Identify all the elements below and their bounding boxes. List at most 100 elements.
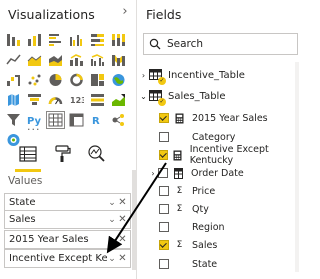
field-item[interactable]: Category [159,129,235,145]
field-label: State [192,258,218,270]
remove-field-icon[interactable]: ✕ [117,214,128,225]
values-well-item[interactable]: Sales ⌄ ✕ [4,210,131,229]
remove-field-icon[interactable]: ✕ [117,197,128,208]
calculator-icon [174,113,185,124]
remove-field-icon[interactable]: ✕ [117,234,128,245]
stacked-column-chart-icon[interactable] [26,32,43,48]
field-item[interactable]: Σ Qty [159,201,209,217]
search-icon [149,35,161,54]
r-script-visual-icon[interactable]: R [89,112,106,128]
field-item[interactable]: Σ Price [159,183,215,199]
collapse-pane-chevron-icon[interactable]: › [119,4,131,19]
fields-well-tab-icon[interactable] [16,142,40,166]
format-paint-roller-icon[interactable] [50,142,74,166]
field-checkbox[interactable] [159,132,169,142]
fields-pane: Fields › ✓ Incentive_Table ⌄ ✓ Sales_Tab… [137,0,300,279]
chevron-down-icon[interactable]: ⌄ [107,215,117,225]
blank-field-icon [174,259,185,270]
field-checkbox[interactable] [159,240,169,250]
field-checkbox[interactable] [159,186,169,196]
table-visual-icon[interactable] [46,111,65,129]
table-node-incentive-table[interactable]: › ✓ Incentive_Table [139,67,245,85]
chevron-down-icon[interactable]: ⌄ [107,198,117,208]
treemap-icon[interactable] [89,72,106,88]
field-item[interactable]: State [159,256,217,272]
filled-map-icon[interactable] [5,92,22,108]
selected-check-badge-icon: ✓ [158,98,166,106]
values-well-item[interactable]: Incentive Except Kentucky ⌄ ✕ [4,249,131,268]
field-label: Order Date [191,167,244,179]
remove-field-icon[interactable]: ✕ [117,253,128,264]
table-node-sales-table[interactable]: ⌄ ✓ Sales_Table [139,88,226,106]
line-and-column-chart-icon[interactable] [68,52,85,68]
search-input[interactable] [167,38,287,50]
line-chart-icon[interactable] [5,52,22,68]
values-well-item[interactable]: 2015 Year Sales ⌄ ✕ [4,230,131,249]
table-name: Sales_Table [168,90,226,102]
field-checkbox[interactable] [159,259,169,269]
field-item[interactable]: Incentive Except Kentucky [159,144,300,166]
collapse-chevron-icon[interactable]: ⌄ [139,92,148,101]
field-checkbox[interactable] [159,222,169,232]
field-label: Qty [192,203,209,215]
field-item[interactable]: Region [159,219,225,235]
visualizations-pane: Visualizations › 123 Py R ··· Values Sta… [0,0,137,279]
field-label: Price [192,185,216,197]
area-chart-icon[interactable] [26,52,43,68]
kpi-icon[interactable] [110,92,127,108]
ribbon-chart-icon[interactable] [110,52,127,68]
analytics-magnifier-icon[interactable] [84,142,108,166]
card-icon[interactable]: 123 [68,92,85,108]
key-influencers-icon[interactable] [110,112,127,128]
field-checkbox[interactable] [159,204,169,214]
field-item[interactable]: Σ Sales [159,237,217,253]
calculator-icon [173,150,183,161]
blank-field-icon [174,132,185,143]
stacked-area-chart-icon[interactable] [47,52,64,68]
field-checkbox[interactable] [159,113,169,123]
blank-field-icon [174,222,185,233]
gauge-icon[interactable] [47,92,64,108]
scatter-chart-icon[interactable] [26,72,43,88]
sigma-icon: Σ [176,204,183,214]
stacked-bar-chart-icon[interactable] [5,32,22,48]
waterfall-chart-icon[interactable] [5,72,22,88]
visual-pane-tabs [8,142,128,172]
field-label: 2015 Year Sales [192,112,268,124]
slicer-icon[interactable] [5,112,22,128]
map-icon[interactable] [110,72,127,88]
visualizations-title: Visualizations [8,7,95,22]
fields-title: Fields [146,7,182,22]
pie-chart-icon[interactable] [47,72,64,88]
fields-search-box[interactable] [143,33,298,55]
field-label: Sales [192,239,218,251]
sigma-icon: Σ [176,240,183,250]
clustered-column-chart-icon[interactable] [68,32,85,48]
hierarchy-icon [173,167,184,179]
well-item-label: Sales [9,214,36,225]
field-item-hierarchy[interactable]: › Order Date [148,165,244,181]
multi-row-card-icon[interactable] [89,92,106,108]
visualizations-scrollbar[interactable] [132,170,136,270]
chevron-down-icon[interactable]: ⌄ [107,254,117,264]
table-name: Incentive_Table [168,69,245,81]
expand-chevron-icon[interactable]: › [148,169,158,178]
chevron-down-icon[interactable]: ⌄ [107,235,117,245]
donut-chart-icon[interactable] [68,72,85,88]
100-percent-column-chart-icon[interactable] [110,32,127,48]
values-well-label: Values [8,175,43,187]
well-item-label: State [9,197,36,208]
matrix-visual-icon[interactable] [68,112,85,128]
expand-chevron-icon[interactable]: › [139,71,148,80]
100-percent-bar-chart-icon[interactable] [89,32,106,48]
field-checkbox[interactable] [159,150,169,160]
funnel-chart-icon[interactable] [26,92,43,108]
field-label: Region [192,221,225,233]
field-checkbox[interactable] [158,168,168,178]
table-icon: ✓ [149,69,166,85]
more-visuals-icon[interactable]: ··· [27,123,41,136]
line-and-clustered-column-chart-icon[interactable] [89,52,106,68]
fields-scrollbar[interactable] [295,62,299,272]
clustered-bar-chart-icon[interactable] [47,32,64,48]
field-item[interactable]: 2015 Year Sales [159,110,268,126]
